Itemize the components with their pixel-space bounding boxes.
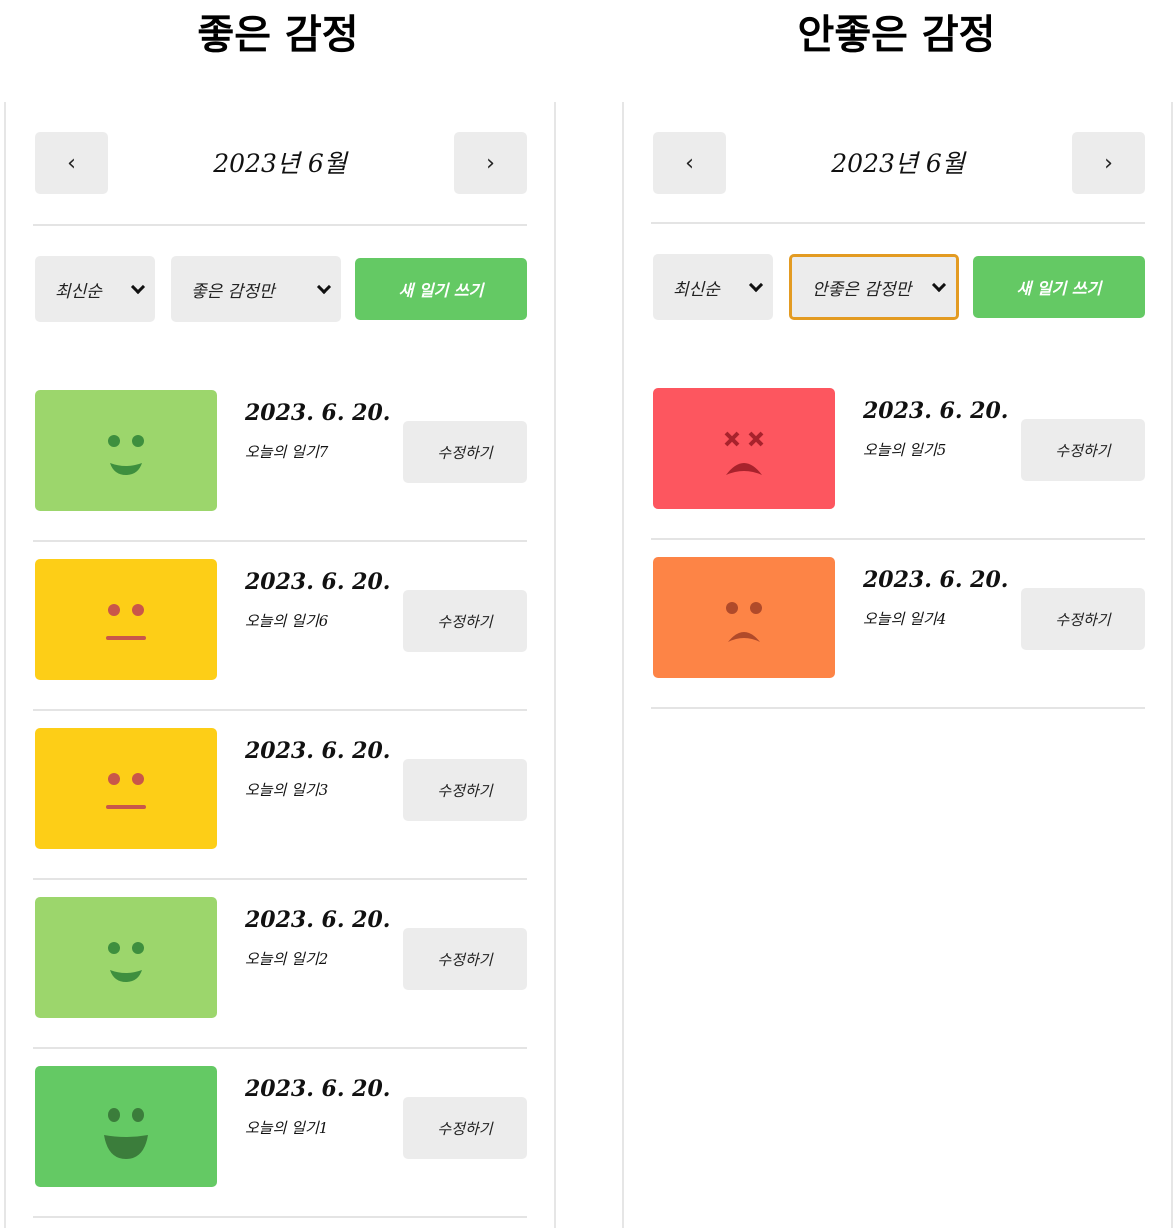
chevron-right-icon: ›: [1104, 150, 1113, 176]
diary-info[interactable]: 2023. 6. 20. 오늘의 일기5: [863, 395, 1013, 460]
diary-date: 2023. 6. 20.: [245, 400, 391, 426]
chevron-down-icon: [931, 277, 947, 293]
diary-panel-bad: ‹ 2023년 6월 › 최신순 안좋은 감정만 새 일기 쓰기 2023. 6…: [622, 102, 1173, 1228]
prev-month-button[interactable]: ‹: [35, 132, 108, 194]
diary-content: 오늘의 일기5: [863, 441, 947, 459]
controls-row: 최신순 안좋은 감정만 새 일기 쓰기: [651, 254, 1145, 320]
chevron-right-icon: ›: [486, 150, 495, 176]
emotion-face-icon: [106, 772, 146, 809]
caption-bad-emotion: 안좋은 감정: [797, 12, 996, 58]
edit-button[interactable]: 수정하기: [403, 928, 527, 990]
diary-info[interactable]: 2023. 6. 20. 오늘의 일기1: [245, 1073, 395, 1138]
edit-button[interactable]: 수정하기: [1021, 419, 1145, 481]
diary-content: 오늘의 일기7: [245, 443, 329, 461]
diary-content: 오늘의 일기2: [245, 950, 329, 968]
month-title: 2023년 6월: [213, 149, 347, 178]
diary-content: 오늘의 일기1: [245, 1119, 329, 1137]
diary-item[interactable]: 2023. 6. 20. 오늘의 일기1 수정하기: [33, 1049, 527, 1218]
diary-content: 오늘의 일기6: [245, 612, 329, 630]
diary-content: 오늘의 일기3: [245, 781, 329, 799]
diary-date: 2023. 6. 20.: [245, 569, 391, 595]
chevron-down-icon: [748, 277, 764, 293]
emotion-filter-select[interactable]: 안좋은 감정만: [789, 254, 959, 320]
new-diary-button[interactable]: 새 일기 쓰기: [973, 256, 1145, 318]
next-month-button[interactable]: ›: [1072, 132, 1145, 194]
diary-date: 2023. 6. 20.: [245, 1076, 391, 1102]
diary-item[interactable]: 2023. 6. 20. 오늘의 일기4 수정하기: [651, 540, 1145, 709]
emotion-image[interactable]: [35, 897, 217, 1018]
emotion-face-icon: [108, 434, 144, 475]
emotion-face-icon: [104, 1107, 148, 1159]
sort-select[interactable]: 최신순: [35, 256, 155, 322]
edit-button[interactable]: 수정하기: [403, 759, 527, 821]
diary-item[interactable]: 2023. 6. 20. 오늘의 일기3 수정하기: [33, 711, 527, 880]
month-header: ‹ 2023년 6월 ›: [651, 130, 1145, 194]
sort-select-value: 최신순: [55, 281, 102, 302]
month-title: 2023년 6월: [831, 149, 965, 178]
diary-item[interactable]: 2023. 6. 20. 오늘의 일기5 수정하기: [651, 371, 1145, 540]
diary-info[interactable]: 2023. 6. 20. 오늘의 일기3: [245, 735, 395, 800]
chevron-down-icon: [130, 279, 146, 295]
diary-info[interactable]: 2023. 6. 20. 오늘의 일기6: [245, 566, 395, 631]
diary-item[interactable]: 2023. 6. 20. 오늘의 일기6 수정하기: [33, 542, 527, 711]
emotion-image[interactable]: [35, 728, 217, 849]
diary-panel-good: ‹ 2023년 6월 › 최신순 좋은 감정만 새 일기 쓰기 2023. 6.…: [4, 102, 556, 1228]
diary-content: 오늘의 일기4: [863, 610, 947, 628]
emotion-image[interactable]: [653, 557, 835, 678]
chevron-left-icon: ‹: [67, 150, 76, 176]
emotion-filter-value: 좋은 감정만: [191, 281, 275, 302]
diary-item[interactable]: 2023. 6. 20. 오늘의 일기2 수정하기: [33, 880, 527, 1049]
edit-button[interactable]: 수정하기: [1021, 588, 1145, 650]
controls-row: 최신순 좋은 감정만 새 일기 쓰기: [33, 256, 527, 322]
emotion-face-icon: [726, 601, 762, 642]
emotion-image[interactable]: [35, 390, 217, 511]
diary-info[interactable]: 2023. 6. 20. 오늘의 일기2: [245, 904, 395, 969]
next-month-button[interactable]: ›: [454, 132, 527, 194]
diary-date: 2023. 6. 20.: [245, 907, 391, 933]
emotion-face-icon: [106, 603, 146, 640]
edit-button[interactable]: 수정하기: [403, 1097, 527, 1159]
emotion-image[interactable]: [653, 388, 835, 509]
month-header: ‹ 2023년 6월 ›: [33, 130, 527, 194]
emotion-filter-select[interactable]: 좋은 감정만: [171, 256, 341, 322]
caption-good-emotion: 좋은 감정: [197, 12, 359, 58]
diary-date: 2023. 6. 20.: [245, 738, 391, 764]
edit-button[interactable]: 수정하기: [403, 590, 527, 652]
emotion-image[interactable]: [35, 1066, 217, 1187]
diary-info[interactable]: 2023. 6. 20. 오늘의 일기4: [863, 564, 1013, 629]
emotion-face-icon: [724, 431, 764, 475]
diary-date: 2023. 6. 20.: [863, 398, 1009, 424]
new-diary-button[interactable]: 새 일기 쓰기: [355, 258, 527, 320]
divider: [33, 224, 527, 226]
chevron-down-icon: [316, 279, 332, 295]
diary-date: 2023. 6. 20.: [863, 567, 1009, 593]
emotion-filter-value: 안좋은 감정만: [812, 279, 912, 300]
emotion-image[interactable]: [35, 559, 217, 680]
chevron-left-icon: ‹: [685, 150, 694, 176]
diary-item[interactable]: 2023. 6. 20. 오늘의 일기7 수정하기: [33, 373, 527, 542]
diary-info[interactable]: 2023. 6. 20. 오늘의 일기7: [245, 397, 395, 462]
emotion-face-icon: [108, 941, 144, 982]
sort-select-value: 최신순: [673, 279, 720, 300]
sort-select[interactable]: 최신순: [653, 254, 773, 320]
prev-month-button[interactable]: ‹: [653, 132, 726, 194]
edit-button[interactable]: 수정하기: [403, 421, 527, 483]
divider: [651, 222, 1145, 224]
